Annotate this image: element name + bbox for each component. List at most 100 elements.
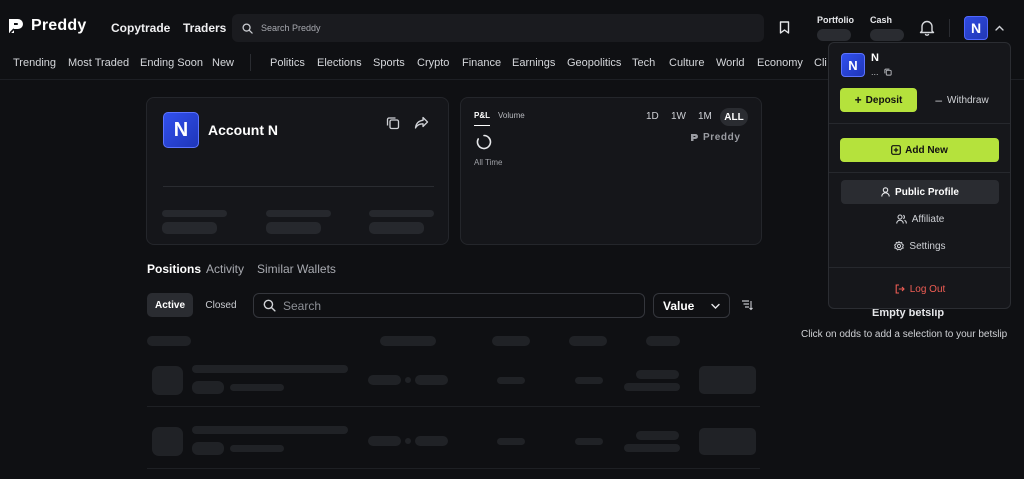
chevron-down-icon	[711, 303, 720, 309]
cash-label[interactable]: Cash	[870, 15, 892, 25]
betslip-subtitle: Click on odds to add a selection to your…	[801, 329, 1008, 340]
plus-icon: +	[854, 93, 862, 107]
menu-wallet-address[interactable]: ...	[871, 67, 892, 77]
range-1m[interactable]: 1M	[698, 111, 712, 122]
logout-label: Log Out	[909, 283, 946, 295]
stat-label-placeholder	[162, 210, 227, 217]
column-header-placeholder	[492, 336, 530, 346]
category-crypto[interactable]: Crypto	[417, 57, 449, 69]
sort-select-value: Value	[663, 298, 695, 313]
nav-traders[interactable]: Traders	[183, 21, 226, 35]
menu-public-profile[interactable]: Public Profile	[841, 180, 999, 204]
category-most-traded[interactable]: Most Traded	[68, 57, 129, 69]
category-geopolitics[interactable]: Geopolitics	[567, 57, 621, 69]
pnl-card: P&L Volume 1D 1W 1M ALL Preddy All Time	[460, 97, 762, 245]
menu-logout[interactable]: Log Out	[841, 277, 999, 301]
row-value-placeholder	[575, 438, 603, 445]
category-finance[interactable]: Finance	[462, 57, 501, 69]
range-1d[interactable]: 1D	[646, 111, 659, 122]
brand-logo[interactable]: Preddy	[7, 17, 86, 35]
tab-activity[interactable]: Activity	[206, 262, 244, 276]
tab-similar-wallets[interactable]: Similar Wallets	[257, 262, 336, 276]
menu-affiliate[interactable]: Affiliate	[841, 207, 999, 231]
tab-positions[interactable]: Positions	[147, 262, 201, 276]
search-icon	[263, 299, 276, 312]
copy-icon[interactable]	[386, 116, 400, 130]
row-value-placeholder	[624, 383, 680, 391]
row-title-placeholder	[192, 426, 348, 434]
category-sports[interactable]: Sports	[373, 57, 405, 69]
account-divider	[163, 186, 434, 187]
category-politics[interactable]: Politics	[270, 57, 305, 69]
menu-address-text: ...	[871, 67, 879, 77]
row-subtitle-placeholder	[230, 384, 284, 391]
tab-pnl[interactable]: P&L	[474, 111, 490, 120]
row-image-placeholder	[152, 366, 183, 395]
category-economy[interactable]: Economy	[757, 57, 803, 69]
share-icon[interactable]	[414, 116, 429, 130]
category-earnings[interactable]: Earnings	[512, 57, 555, 69]
chevron-up-icon[interactable]	[995, 25, 1004, 31]
bell-icon[interactable]	[919, 19, 935, 36]
menu-settings[interactable]: Settings	[841, 234, 999, 258]
row-value-placeholder	[368, 436, 401, 446]
portfolio-label[interactable]: Portfolio	[817, 15, 854, 25]
settings-label: Settings	[909, 240, 946, 252]
range-1w[interactable]: 1W	[671, 111, 686, 122]
global-search-input[interactable]	[261, 23, 741, 33]
user-avatar[interactable]: N	[964, 16, 988, 40]
filter-closed[interactable]: Closed	[200, 293, 242, 317]
users-icon	[895, 214, 907, 224]
portfolio-value-placeholder	[817, 29, 851, 41]
brand-name: Preddy	[31, 17, 87, 34]
positions-search[interactable]	[253, 293, 645, 318]
row-value-placeholder	[575, 377, 603, 384]
category-culture[interactable]: Culture	[669, 57, 704, 69]
menu-user-name: N	[871, 52, 879, 64]
row-value-placeholder	[624, 444, 680, 452]
add-new-label: Add New	[905, 144, 948, 156]
category-trending[interactable]: Trending	[13, 57, 56, 69]
row-dot-placeholder	[405, 377, 411, 383]
category-elections[interactable]: Elections	[317, 57, 362, 69]
category-tech[interactable]: Tech	[632, 57, 655, 69]
search-icon	[242, 22, 253, 34]
row-dot-placeholder	[405, 438, 411, 444]
category-new[interactable]: New	[212, 57, 234, 69]
range-all[interactable]: ALL	[720, 108, 748, 126]
global-search[interactable]	[232, 14, 764, 42]
row-action-placeholder	[699, 366, 756, 394]
user-icon	[881, 187, 890, 197]
row-value-placeholder	[415, 375, 448, 385]
nav-copytrade[interactable]: Copytrade	[111, 21, 170, 35]
withdraw-button[interactable]: – Withdraw	[928, 88, 996, 112]
withdraw-label: Withdraw	[947, 94, 989, 106]
account-avatar: N	[163, 112, 199, 148]
stat-value-placeholder	[369, 222, 424, 234]
deposit-button[interactable]: + Deposit	[840, 88, 917, 112]
copy-icon[interactable]	[883, 68, 892, 76]
row-value-placeholder	[497, 377, 525, 384]
category-world[interactable]: World	[716, 57, 745, 69]
stat-value-placeholder	[162, 222, 217, 234]
filter-active[interactable]: Active	[147, 293, 193, 317]
category-climate[interactable]: Cli	[814, 57, 827, 69]
row-value-placeholder	[368, 375, 401, 385]
tab-pnl-underline	[474, 125, 490, 126]
sort-select[interactable]: Value	[653, 293, 730, 318]
positions-search-input[interactable]	[283, 298, 623, 313]
account-card: N Account N	[146, 97, 449, 245]
affiliate-label: Affiliate	[911, 213, 945, 225]
menu-divider	[829, 123, 1010, 124]
category-ending-soon[interactable]: Ending Soon	[140, 57, 203, 69]
row-tag-placeholder	[192, 442, 224, 455]
column-header-placeholder	[147, 336, 191, 346]
add-new-button[interactable]: Add New	[840, 138, 999, 162]
sort-order-icon[interactable]	[741, 299, 753, 311]
menu-divider	[829, 267, 1010, 268]
column-header-placeholder	[380, 336, 436, 346]
bookmark-icon[interactable]	[779, 21, 790, 34]
preddy-logo-icon	[691, 134, 698, 141]
stat-label-placeholder	[369, 210, 434, 217]
tab-volume[interactable]: Volume	[498, 111, 525, 120]
